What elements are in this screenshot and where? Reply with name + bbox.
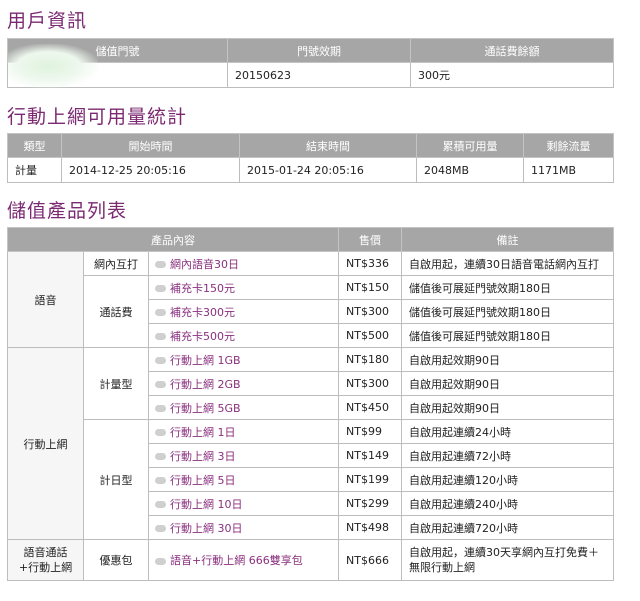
usage-remaining-value: 1171MB bbox=[523, 157, 614, 183]
price: NT$500 bbox=[338, 323, 403, 348]
price: NT$450 bbox=[338, 395, 403, 420]
note: 自啟用起，連續30日語音電話網內互打 bbox=[401, 251, 615, 276]
price: NT$199 bbox=[338, 467, 403, 492]
note: 自啟用起效期90日 bbox=[401, 395, 615, 420]
radio-icon[interactable] bbox=[155, 525, 166, 532]
table-row: 行動上網 計量型 行動上網 1GB NT$180 自啟用起效期90日 bbox=[7, 347, 615, 540]
subgroup-metered: 計量型 bbox=[83, 347, 149, 420]
price: NT$300 bbox=[338, 371, 403, 396]
note: 自啟用起連續720小時 bbox=[401, 515, 615, 540]
price: NT$149 bbox=[338, 443, 403, 468]
product-link[interactable]: 行動上網 5GB bbox=[147, 395, 340, 420]
note: 儲值後可展延門號效期180日 bbox=[401, 323, 615, 348]
product-link[interactable]: 網內語音30日 bbox=[147, 251, 340, 276]
subgroup-bundle: 優惠包 bbox=[83, 539, 149, 581]
radio-icon[interactable] bbox=[155, 557, 166, 565]
header-end-time: 結束時間 bbox=[239, 133, 417, 158]
note: 自啟用起效期90日 bbox=[401, 347, 615, 372]
product-link[interactable]: 行動上網 3日 bbox=[147, 443, 340, 468]
note: 自啟用起連續120小時 bbox=[401, 467, 615, 492]
note: 自啟用起連續72小時 bbox=[401, 443, 615, 468]
product-link[interactable]: 補充卡500元 bbox=[147, 323, 340, 348]
radio-icon[interactable] bbox=[155, 501, 166, 508]
radio-icon[interactable] bbox=[155, 405, 166, 412]
radio-icon[interactable] bbox=[155, 357, 166, 364]
note: 自啟用起效期90日 bbox=[401, 371, 615, 396]
number-expiry-value: 20150623 bbox=[227, 62, 411, 88]
subgroup-onnet: 網內互打 bbox=[83, 251, 149, 276]
header-note: 備註 bbox=[401, 227, 615, 252]
price: NT$99 bbox=[338, 419, 403, 444]
header-total-quota: 累積可用量 bbox=[416, 133, 524, 158]
table-row: 通話費 補充卡150元 NT$150 儲值後可展延門號效期180日 bbox=[8, 275, 615, 348]
group-combo: 語音通話+行動上網 bbox=[7, 539, 84, 581]
usage-table: 類型 開始時間 結束時間 累積可用量 剩餘流量 計量 2014-12-25 20… bbox=[7, 133, 614, 183]
radio-icon[interactable] bbox=[155, 477, 166, 484]
price: NT$299 bbox=[338, 491, 403, 516]
note: 自啟用起連續240小時 bbox=[401, 491, 615, 516]
radio-icon[interactable] bbox=[155, 453, 166, 460]
user-info-title: 用戶資訊 bbox=[7, 10, 88, 32]
user-info-table: 儲值門號 門號效期 通話費餘額 20150623 300元 bbox=[7, 38, 614, 88]
radio-icon[interactable] bbox=[155, 285, 166, 292]
table-row: 語音 網內互打 網內語音30日 NT$336 自啟用起，連續30日語音電話網內互… bbox=[7, 251, 615, 348]
header-product-content: 產品內容 bbox=[6, 227, 340, 252]
usage-start-value: 2014-12-25 20:05:16 bbox=[61, 157, 240, 183]
header-type: 類型 bbox=[7, 133, 62, 158]
note: 儲值後可展延門號效期180日 bbox=[401, 275, 615, 300]
radio-icon[interactable] bbox=[155, 261, 166, 268]
radio-icon[interactable] bbox=[155, 429, 166, 436]
price: NT$498 bbox=[338, 515, 403, 540]
header-call-balance: 通話費餘額 bbox=[410, 38, 614, 63]
header-price: 售價 bbox=[338, 227, 403, 252]
product-link[interactable]: 補充卡150元 bbox=[147, 275, 340, 300]
usage-end-value: 2015-01-24 20:05:16 bbox=[239, 157, 417, 183]
product-link[interactable]: 行動上網 5日 bbox=[147, 467, 340, 492]
price: NT$336 bbox=[338, 251, 403, 276]
radio-icon[interactable] bbox=[155, 381, 166, 388]
subgroup-daily: 計日型 bbox=[83, 419, 149, 540]
radio-icon[interactable] bbox=[155, 333, 166, 340]
group-mobile-data: 行動上網 bbox=[7, 347, 84, 540]
note: 自啟用起連續24小時 bbox=[401, 419, 615, 444]
table-row: 計日型 行動上網 1日 NT$99 自啟用起連續24小時 bbox=[8, 419, 615, 540]
radio-icon[interactable] bbox=[155, 309, 166, 316]
usage-title: 行動上網可用量統計 bbox=[7, 106, 188, 128]
product-link[interactable]: 行動上網 2GB bbox=[147, 371, 340, 396]
price: NT$180 bbox=[338, 347, 403, 372]
group-voice: 語音 bbox=[7, 251, 84, 348]
subgroup-call-fee: 通話費 bbox=[83, 275, 149, 348]
price: NT$150 bbox=[338, 275, 403, 300]
product-link[interactable]: 行動上網 10日 bbox=[147, 491, 340, 516]
note: 自啟用起，連續30天享網內互打免費＋無限行動上網 bbox=[401, 539, 615, 581]
products-table: 產品內容 售價 備註 語音 網內互打 網內語音30日 NT$336 自啟用起，連… bbox=[6, 227, 615, 581]
redacted-blur bbox=[8, 44, 98, 88]
price: NT$300 bbox=[338, 299, 403, 324]
table-row: 語音通話+行動上網 優惠包 語音+行動上網 666雙享包 NT$666 自啟用起… bbox=[7, 539, 615, 581]
usage-type-value: 計量 bbox=[7, 157, 62, 183]
product-link[interactable]: 補充卡300元 bbox=[147, 299, 340, 324]
header-start-time: 開始時間 bbox=[61, 133, 240, 158]
products-title: 儲值產品列表 bbox=[7, 200, 128, 222]
note: 儲值後可展延門號效期180日 bbox=[401, 299, 615, 324]
product-link[interactable]: 行動上網 30日 bbox=[147, 515, 340, 540]
product-link[interactable]: 語音+行動上網 666雙享包 bbox=[147, 539, 340, 581]
product-link[interactable]: 行動上網 1日 bbox=[147, 419, 340, 444]
price: NT$666 bbox=[338, 539, 403, 581]
usage-total-value: 2048MB bbox=[416, 157, 524, 183]
header-remaining: 剩餘流量 bbox=[523, 133, 614, 158]
product-link[interactable]: 行動上網 1GB bbox=[147, 347, 340, 372]
call-balance-value: 300元 bbox=[410, 62, 614, 88]
header-number-expiry: 門號效期 bbox=[227, 38, 411, 63]
